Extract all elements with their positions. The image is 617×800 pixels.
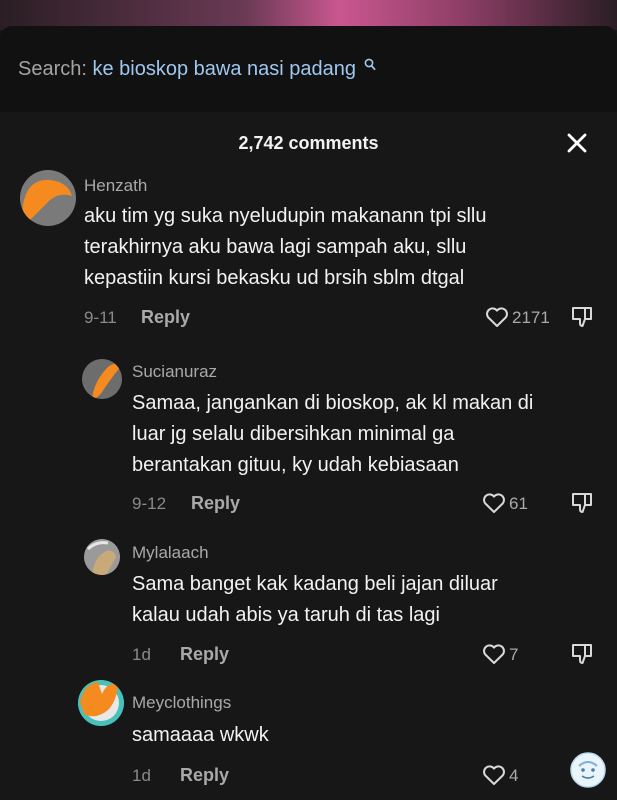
reply-button[interactable]: Reply: [180, 765, 229, 786]
heart-icon[interactable]: [482, 764, 506, 786]
dislike-icon[interactable]: [570, 642, 594, 666]
comments-count: 2,742 comments: [238, 133, 379, 153]
comment-text: Sama banget kak kadang beli jajan diluar…: [132, 573, 498, 626]
avatar-redaction: [78, 680, 124, 726]
reply-button[interactable]: Reply: [180, 644, 229, 665]
comment-username[interactable]: Sucianuraz: [132, 362, 217, 382]
sticker-icon[interactable]: [570, 752, 606, 788]
avatar[interactable]: [78, 680, 124, 726]
search-icon: [364, 58, 376, 71]
comment-username[interactable]: Mylalaach: [132, 543, 209, 563]
heart-icon[interactable]: [485, 306, 509, 328]
avatar-redaction: [20, 170, 76, 226]
avatar[interactable]: [84, 539, 120, 575]
like-count: 2171: [512, 308, 550, 327]
dislike-icon[interactable]: [570, 305, 594, 329]
reply-button[interactable]: Reply: [191, 493, 240, 514]
search-query[interactable]: ke bioskop bawa nasi padang: [92, 58, 356, 80]
avatar-image: [84, 539, 120, 575]
dislike-icon[interactable]: [570, 491, 594, 515]
search-prefix: Search:: [18, 58, 93, 80]
like-count: 4: [509, 766, 519, 785]
avatar[interactable]: [20, 170, 76, 226]
avatar[interactable]: [82, 359, 122, 399]
like-count: 61: [509, 494, 528, 513]
comment-text: samaaaa wkwk: [132, 724, 269, 746]
search-suggestion[interactable]: Search: ke bioskop bawa nasi padang: [18, 58, 376, 81]
comment-text: Samaa, jangankan di bioskop, ak kl makan…: [132, 392, 534, 476]
like-count: 7: [509, 645, 519, 664]
comment-username[interactable]: Meyclothings: [132, 693, 231, 713]
comment-text: aku tim yg suka nyeludupin makanann tpi …: [84, 205, 487, 289]
heart-icon[interactable]: [482, 492, 506, 514]
avatar-redaction: [82, 359, 122, 399]
comment-date: 1d: [132, 645, 151, 664]
comment-date: 9-12: [132, 494, 167, 513]
reply-button[interactable]: Reply: [141, 307, 190, 328]
heart-icon[interactable]: [482, 643, 506, 665]
close-icon[interactable]: [566, 132, 588, 154]
comment-date: 9-11: [84, 308, 117, 327]
comment-username[interactable]: Henzath: [84, 176, 147, 196]
comment-date: 1d: [132, 766, 151, 785]
